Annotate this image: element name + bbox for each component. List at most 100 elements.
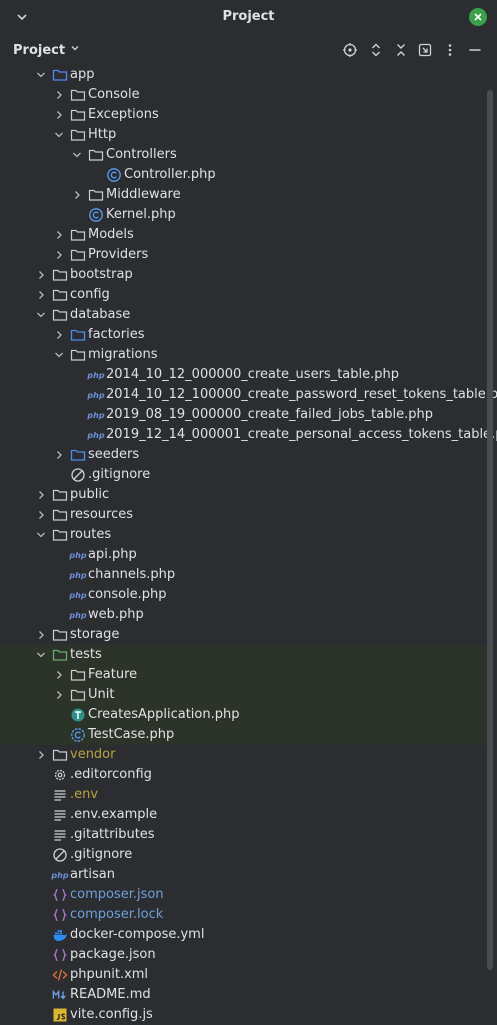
tree-item-label: Http <box>88 127 117 142</box>
php-class-icon <box>106 167 122 183</box>
tree-item[interactable]: README.md <box>0 985 488 1005</box>
tree-item-label: TestCase.php <box>88 727 175 742</box>
php-file-icon: php <box>51 870 69 880</box>
chevron-right-icon[interactable] <box>35 629 47 641</box>
locate-icon[interactable] <box>341 41 359 59</box>
tree-item[interactable]: Console <box>0 85 488 105</box>
tree-item[interactable]: php 2014_10_12_100000_create_password_res… <box>0 385 497 405</box>
chevron-down-icon[interactable] <box>35 529 47 541</box>
tree-item[interactable]: Kernel.php <box>0 205 488 225</box>
php-file-icon: php <box>87 390 105 400</box>
hide-icon[interactable] <box>466 41 484 59</box>
json-file-icon <box>52 947 68 963</box>
tree-item[interactable]: composer.json <box>0 885 488 905</box>
tree-item[interactable]: .gitattributes <box>0 825 488 845</box>
chevron-right-icon[interactable] <box>35 269 47 281</box>
tree-item[interactable]: .gitignore <box>0 845 488 865</box>
chevron-down-icon[interactable] <box>35 69 47 81</box>
chevron-right-icon[interactable] <box>71 189 83 201</box>
tree-item[interactable]: routes <box>0 525 488 545</box>
chevron-right-icon[interactable] <box>35 509 47 521</box>
ignore-file-icon <box>52 847 68 863</box>
tree-item[interactable]: Controllers <box>0 145 488 165</box>
chevron-right-icon[interactable] <box>35 489 47 501</box>
tree-item[interactable]: factories <box>0 325 488 345</box>
chevron-right-icon[interactable] <box>53 449 65 461</box>
tree-item[interactable]: database <box>0 305 488 325</box>
more-icon[interactable] <box>441 41 459 59</box>
tree-item[interactable]: tests <box>0 645 488 665</box>
chevron-down-icon[interactable] <box>53 349 65 361</box>
chevron-right-icon[interactable] <box>53 109 65 121</box>
view-selector-label: Project <box>13 42 66 58</box>
tree-item[interactable]: .gitignore <box>0 465 488 485</box>
tree-item[interactable]: resources <box>0 505 488 525</box>
chevron-right-icon[interactable] <box>53 669 65 681</box>
tree-item[interactable]: storage <box>0 625 488 645</box>
tree-item[interactable]: php artisan <box>0 865 488 885</box>
tree-item[interactable]: phpunit.xml <box>0 965 488 985</box>
tree-item[interactable]: Controller.php <box>0 165 488 185</box>
tree-item[interactable]: Http <box>0 125 488 145</box>
tree-item[interactable]: Feature <box>0 665 488 685</box>
tree-item-label: package.json <box>70 947 156 962</box>
panel-title: Project <box>222 9 275 24</box>
chevron-right-icon[interactable] <box>53 89 65 101</box>
tree-item[interactable]: vite.config.js <box>0 1005 488 1025</box>
tree-item[interactable]: app <box>0 65 488 85</box>
tree-item[interactable]: php api.php <box>0 545 488 565</box>
tree-item[interactable]: php 2014_10_12_000000_create_users_table.… <box>0 365 488 385</box>
tree-item[interactable]: config <box>0 285 488 305</box>
tree-item[interactable]: Unit <box>0 685 488 705</box>
tree-item[interactable]: Providers <box>0 245 488 265</box>
tree-item[interactable]: Middleware <box>0 185 488 205</box>
chevron-down-icon[interactable] <box>35 309 47 321</box>
php-class-icon <box>88 207 104 223</box>
tree-item[interactable]: vendor <box>0 745 488 765</box>
tree-item[interactable]: php console.php <box>0 585 488 605</box>
tree-item[interactable]: php channels.php <box>0 565 488 585</box>
tree-item[interactable]: php web.php <box>0 605 488 625</box>
json-file-icon <box>52 907 68 923</box>
close-icon[interactable] <box>469 8 487 26</box>
tree-item[interactable]: docker-compose.yml <box>0 925 488 945</box>
tree-item-label: .gitignore <box>70 847 133 862</box>
chevron-right-icon[interactable] <box>35 749 47 761</box>
collapse-all-icon[interactable] <box>392 41 410 59</box>
expand-all-icon[interactable] <box>367 41 385 59</box>
tree-item[interactable]: package.json <box>0 945 488 965</box>
php-file-icon: php <box>87 370 105 380</box>
tree-item[interactable]: composer.lock <box>0 905 488 925</box>
php-file-icon: php <box>69 610 87 620</box>
folder-icon <box>52 507 68 523</box>
tree-item[interactable]: seeders <box>0 445 488 465</box>
tree-item[interactable]: public <box>0 485 488 505</box>
tree-item[interactable]: .editorconfig <box>0 765 488 785</box>
tree-item[interactable]: php 2019_12_14_000001_create_personal_acc… <box>0 425 497 445</box>
tree-item[interactable]: .env.example <box>0 805 488 825</box>
tree-item-label: Console <box>88 87 140 102</box>
vertical-scrollbar[interactable] <box>487 90 493 970</box>
tree-item[interactable]: Exceptions <box>0 105 488 125</box>
preview-icon[interactable] <box>416 41 434 59</box>
chevron-right-icon[interactable] <box>53 249 65 261</box>
text-file-icon <box>52 807 68 823</box>
chevron-right-icon[interactable] <box>53 229 65 241</box>
view-selector[interactable]: Project <box>13 42 81 58</box>
chevron-right-icon[interactable] <box>53 689 65 701</box>
tree-item[interactable]: php 2019_08_19_000000_create_failed_jobs_… <box>0 405 488 425</box>
chevron-down-icon[interactable] <box>35 649 47 661</box>
source-folder-icon <box>70 327 86 343</box>
folder-icon <box>52 287 68 303</box>
php-file-icon: php <box>87 410 105 420</box>
tree-item[interactable]: migrations <box>0 345 488 365</box>
tree-item[interactable]: bootstrap <box>0 265 488 285</box>
tree-item[interactable]: TestCase.php <box>0 725 488 745</box>
tree-item[interactable]: .env <box>0 785 488 805</box>
tree-item[interactable]: Models <box>0 225 488 245</box>
tree-item[interactable]: CreatesApplication.php <box>0 705 488 725</box>
chevron-down-icon[interactable] <box>53 129 65 141</box>
chevron-down-icon[interactable] <box>71 149 83 161</box>
chevron-right-icon[interactable] <box>35 289 47 301</box>
chevron-right-icon[interactable] <box>53 329 65 341</box>
